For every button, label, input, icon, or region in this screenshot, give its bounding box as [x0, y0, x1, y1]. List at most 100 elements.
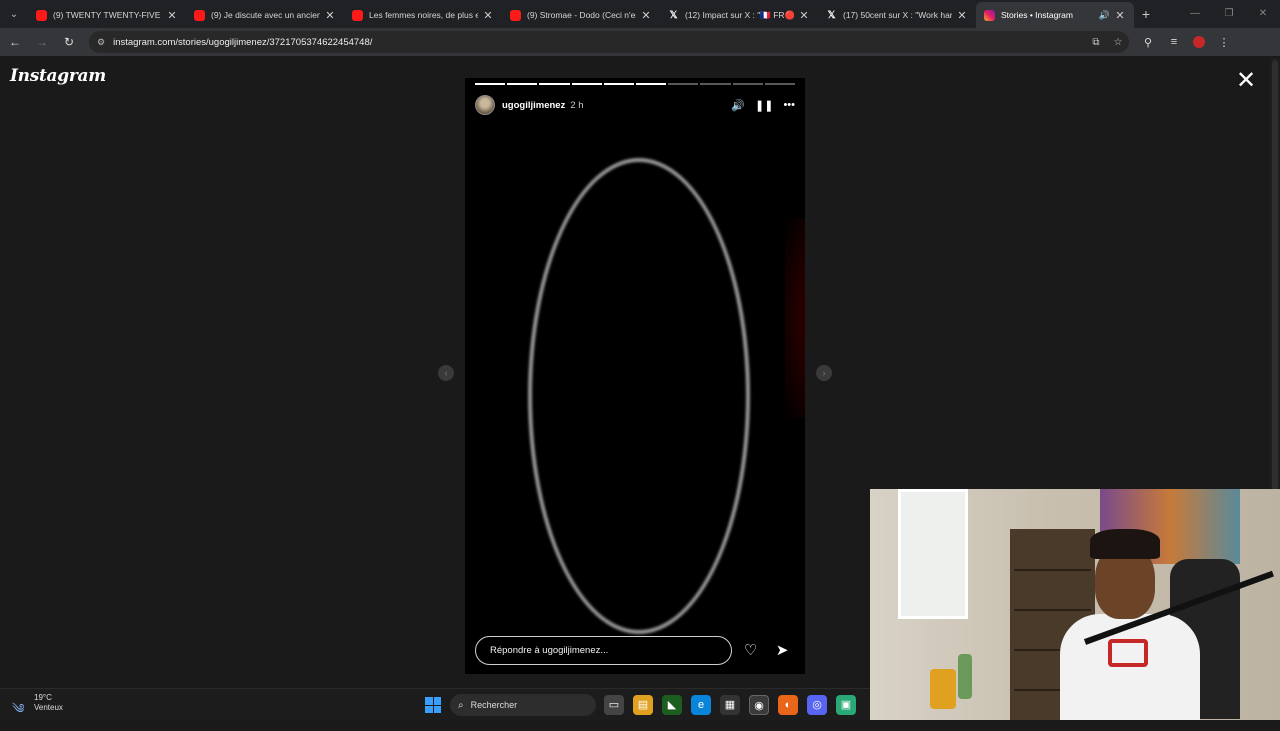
story-time: 2 h — [570, 99, 584, 111]
site-info-icon[interactable]: ⚙ — [97, 37, 105, 48]
chrome-icon[interactable]: ◉ — [749, 695, 769, 715]
youtube-icon — [194, 9, 205, 21]
address-bar[interactable]: ⚙ instagram.com/stories/ugogiljimenez/37… — [89, 31, 1129, 53]
discord-icon[interactable]: ◎ — [807, 695, 827, 715]
forward-arrow-icon[interactable]: → — [30, 35, 54, 49]
tab-close-icon[interactable]: ✕ — [956, 9, 968, 22]
new-tab-button[interactable]: + — [1134, 6, 1158, 22]
pause-icon[interactable]: ❚❚ — [755, 99, 773, 112]
more-options-icon[interactable]: ••• — [783, 99, 795, 111]
tab-audio-icon[interactable]: 🔊 — [1099, 10, 1110, 21]
tab-title: Les femmes noires, de plus en — [369, 10, 478, 20]
tab-2[interactable]: Les femmes noires, de plus en ✕ — [344, 2, 502, 28]
story-username[interactable]: ugogiljimenez — [502, 100, 565, 111]
story-progress-segment — [732, 83, 763, 85]
close-window-icon[interactable]: ✕ — [1246, 0, 1280, 28]
tab-title: (9) Je discute avec un ancien de — [211, 10, 320, 20]
x-icon: 𝕏 — [669, 9, 678, 21]
task-view-icon[interactable]: ▭ — [604, 695, 624, 715]
tab-3[interactable]: (9) Stromae - Dodo (Ceci n'est ✕ — [502, 2, 660, 28]
taskbar-apps: ▭ ▤ ◣ e ▦ ◉ ◐ ◎ ▣ — [604, 695, 856, 715]
firefox-icon[interactable]: ◐ — [778, 695, 798, 715]
webcam-person-hair — [1090, 529, 1160, 559]
store-icon[interactable]: ▦ — [720, 695, 740, 715]
nvidia-icon[interactable]: ◣ — [662, 695, 682, 715]
send-icon[interactable]: ➤ — [769, 641, 795, 659]
story-progress-segment — [668, 83, 699, 85]
youtube-icon — [36, 9, 47, 21]
tab-5[interactable]: 𝕏 (17) 50cent sur X : "Work hard ✕ — [818, 2, 976, 28]
tab-close-icon[interactable]: ✕ — [640, 9, 652, 22]
browser-toolbar: ← → ↻ ⚙ instagram.com/stories/ugogiljime… — [0, 28, 1280, 56]
tab-title: (9) Stromae - Dodo (Ceci n'est — [527, 10, 636, 20]
tab-4[interactable]: 𝕏 (12) Impact sur X : "🇫🇷 FR🔴🇫🇷 ✕ — [660, 2, 818, 28]
window-controls: — ❐ ✕ — [1178, 0, 1280, 28]
webcam-bottle — [958, 654, 972, 699]
webcam-window — [898, 489, 968, 619]
tab-close-icon[interactable]: ✕ — [798, 9, 810, 22]
media-control-icon[interactable]: ≡ — [1161, 36, 1187, 49]
menu-kebab-icon[interactable]: ⋮ — [1211, 36, 1237, 49]
heart-icon[interactable]: ♡ — [738, 641, 764, 659]
weather-widget[interactable]: ༄ 19°C Venteux — [12, 693, 63, 716]
story-progress-segment — [764, 83, 796, 85]
instagram-icon — [984, 9, 995, 21]
taskbar-search[interactable]: ⌕ Rechercher — [450, 694, 596, 716]
tab-title: (17) 50cent sur X : "Work hard — [843, 10, 952, 20]
story-progress-segment — [475, 83, 506, 85]
url-text: instagram.com/stories/ugogiljimenez/3721… — [113, 36, 373, 48]
story-progress-segment — [603, 83, 635, 85]
next-story-button[interactable]: › — [816, 365, 832, 381]
weather-text: 19°C Venteux — [34, 693, 63, 713]
story-reply-bar: Répondre à ugogiljimenez... ♡ ➤ — [475, 635, 795, 665]
reload-icon[interactable]: ↻ — [57, 35, 81, 49]
story-ring-image — [528, 158, 750, 634]
tab-strip: ⌄ (9) TWENTY TWENTY-FIVE ⭐ ✕ (9) Je disc… — [0, 0, 1280, 28]
tab-search-chevron-icon[interactable]: ⌄ — [0, 0, 28, 28]
tab-title: (9) TWENTY TWENTY-FIVE ⭐ — [53, 9, 162, 20]
story-progress — [475, 83, 796, 86]
tab-close-icon[interactable]: ✕ — [166, 9, 178, 22]
edge-icon[interactable]: e — [691, 695, 711, 715]
bookmark-star-icon[interactable]: ☆ — [1107, 37, 1129, 48]
weather-wind-icon: ༄ — [12, 701, 25, 716]
story-progress-segment — [636, 83, 667, 85]
tab-1[interactable]: (9) Je discute avec un ancien de ✕ — [186, 2, 344, 28]
webcam-shirt-logo — [1108, 639, 1148, 667]
extensions-icon[interactable]: ⚲ — [1135, 36, 1161, 49]
story-header: ugogiljimenez 2 h 🔊 ❚❚ ••• — [475, 94, 795, 116]
story-red-glow — [785, 218, 805, 418]
profile-avatar[interactable] — [1193, 35, 1205, 48]
tab-title: Stories • Instagram — [1001, 10, 1073, 20]
tab-close-icon[interactable]: ✕ — [1114, 9, 1126, 22]
previous-story-button[interactable]: ‹ — [438, 365, 454, 381]
search-label: Rechercher — [470, 700, 518, 710]
webcam-jar — [930, 669, 956, 709]
back-arrow-icon[interactable]: ← — [3, 35, 27, 49]
install-app-icon[interactable]: ⧉ — [1085, 37, 1107, 48]
tab-title: (12) Impact sur X : "🇫🇷 FR🔴🇫🇷 — [685, 9, 794, 20]
start-windows-icon[interactable] — [425, 697, 441, 713]
minimize-icon[interactable]: — — [1178, 0, 1212, 28]
tab-close-icon[interactable]: ✕ — [324, 9, 336, 22]
tab-6[interactable]: Stories • Instagram 🔊 ✕ — [976, 2, 1134, 28]
story-progress-segment — [507, 83, 538, 85]
app-icon[interactable]: ▣ — [836, 695, 856, 715]
youtube-icon — [352, 9, 363, 21]
story-viewer[interactable]: ugogiljimenez 2 h 🔊 ❚❚ ••• Répondre à ug… — [465, 78, 805, 674]
instagram-logo[interactable]: Instagram — [10, 66, 106, 86]
maximize-icon[interactable]: ❐ — [1212, 0, 1246, 28]
windows-taskbar: ༄ 19°C Venteux ⌕ Rechercher ▭ ▤ ◣ e ▦ ◉ … — [0, 688, 870, 720]
close-story-button[interactable]: ✕ — [1234, 69, 1258, 94]
webcam-person-shirt — [1060, 614, 1200, 720]
file-explorer-icon[interactable]: ▤ — [633, 695, 653, 715]
tab-close-icon[interactable]: ✕ — [482, 9, 494, 22]
tab-0[interactable]: (9) TWENTY TWENTY-FIVE ⭐ ✕ — [28, 2, 186, 28]
story-progress-segment — [539, 83, 570, 85]
x-icon: 𝕏 — [827, 9, 836, 21]
story-controls: 🔊 ❚❚ ••• — [731, 99, 795, 112]
volume-icon[interactable]: 🔊 — [731, 99, 745, 112]
story-user-avatar[interactable] — [475, 95, 495, 115]
search-icon: ⌕ — [458, 699, 464, 711]
reply-input[interactable]: Répondre à ugogiljimenez... — [475, 635, 732, 665]
